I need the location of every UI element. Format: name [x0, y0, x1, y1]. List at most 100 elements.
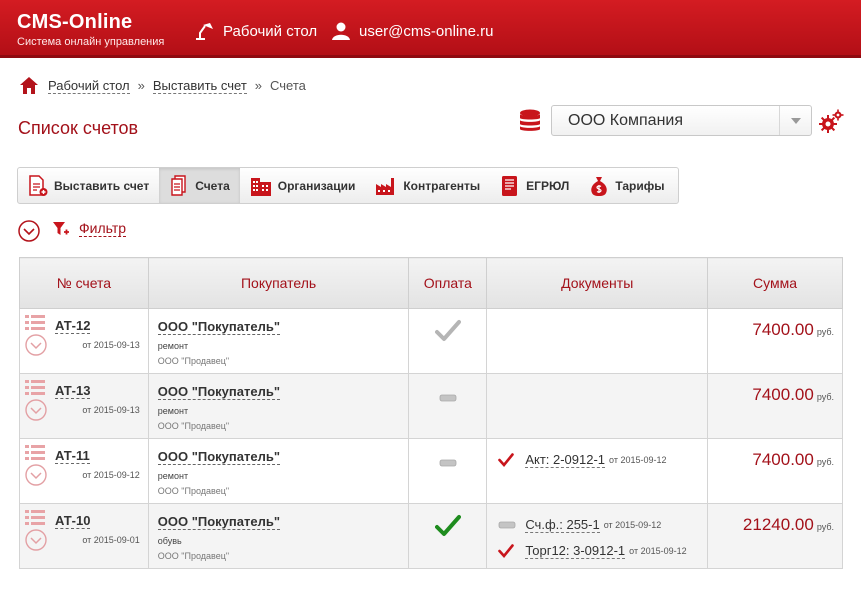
- invoice-note: обувь: [157, 536, 182, 546]
- table-row: АТ-11 от 2015-09-12 ООО "Покупатель" рем…: [19, 438, 843, 504]
- document-item: Сч.ф.: 255-1 от 2015-09-12: [498, 516, 707, 534]
- seller-name: ООО "Продавец": [157, 551, 230, 561]
- registry-book-icon: [502, 175, 518, 196]
- document-link[interactable]: Сч.ф.: 255-1: [525, 517, 600, 533]
- user-icon: [332, 22, 350, 40]
- breadcrumb-current: Счета: [270, 78, 306, 93]
- tab-invoices-label: Счета: [195, 178, 230, 193]
- top-bar: CMS-Online Система онлайн управления Раб…: [0, 0, 861, 58]
- cell-number: АТ-13 от 2015-09-13: [19, 373, 149, 439]
- brand[interactable]: CMS-Online Система онлайн управления: [17, 10, 164, 49]
- tab-counterparties[interactable]: Контрагенты: [365, 168, 490, 203]
- tab-issue-invoice[interactable]: Выставить счет: [18, 168, 159, 203]
- seller-name: ООО "Продавец": [157, 421, 230, 431]
- tab-egrul[interactable]: ЕГРЮЛ: [490, 168, 579, 203]
- paid-check-green-icon[interactable]: [434, 514, 461, 538]
- page-title: Список счетов: [18, 118, 139, 138]
- cell-number: АТ-12 от 2015-09-13: [19, 308, 149, 374]
- invoice-number[interactable]: АТ-10: [55, 514, 91, 529]
- document-link[interactable]: Акт: 2-0912-1: [525, 452, 606, 468]
- table-row: АТ-13 от 2015-09-13 ООО "Покупатель" рем…: [19, 373, 843, 439]
- buyer-name[interactable]: ООО "Покупатель": [157, 320, 281, 335]
- invoice-number[interactable]: АТ-13: [55, 384, 91, 399]
- user-email: user@cms-online.ru: [359, 22, 494, 40]
- expand-row-icon[interactable]: [25, 529, 47, 551]
- invoice-date: от 2015-09-12: [82, 470, 140, 480]
- table-row: АТ-12 от 2015-09-13 ООО "Покупатель" рем…: [19, 308, 843, 374]
- cell-buyer: ООО "Покупатель" обувь ООО "Продавец": [147, 503, 410, 569]
- desk-lamp-icon: [196, 23, 213, 40]
- database-icon: [520, 109, 540, 131]
- cell-documents: Акт: 2-0912-1 от 2015-09-12: [486, 438, 709, 504]
- document-link[interactable]: Торг12: 3-0912-1: [525, 543, 626, 559]
- seller-name: ООО "Продавец": [157, 356, 230, 366]
- column-header-documents[interactable]: Документы: [486, 257, 709, 309]
- currency-label: руб.: [816, 392, 834, 402]
- column-header-payment[interactable]: Оплата: [408, 257, 488, 309]
- cell-payment: [408, 373, 488, 439]
- tab-organizations[interactable]: Организации: [240, 168, 366, 203]
- unpaid-dash-icon[interactable]: [439, 459, 457, 467]
- cell-buyer: ООО "Покупатель" ремонт ООО "Продавец": [147, 438, 410, 504]
- document-item: Акт: 2-0912-1 от 2015-09-12: [498, 451, 707, 469]
- chevron-down-icon[interactable]: [779, 106, 811, 135]
- user-menu[interactable]: user@cms-online.ru: [331, 21, 493, 41]
- home-icon[interactable]: [19, 76, 39, 95]
- expand-filter-icon[interactable]: [18, 220, 40, 242]
- column-header-buyer[interactable]: Покупатель: [147, 257, 410, 309]
- unpaid-dash-icon[interactable]: [439, 394, 457, 402]
- documents-icon: [171, 174, 186, 196]
- list-menu-icon[interactable]: [25, 510, 45, 526]
- filter-link[interactable]: Фильтр: [52, 221, 127, 237]
- expand-row-icon[interactable]: [25, 399, 47, 421]
- invoice-sum: 21240.00: [742, 515, 814, 534]
- cell-sum: 7400.00 руб.: [707, 373, 843, 439]
- column-header-number[interactable]: № счета: [19, 257, 149, 309]
- company-select[interactable]: ООО Компания: [551, 105, 812, 136]
- app-title: CMS-Online: [17, 11, 133, 33]
- factory-icon: [376, 177, 395, 195]
- paid-check-grey-icon[interactable]: [434, 319, 461, 343]
- document-date: от 2015-09-12: [609, 455, 667, 465]
- check-icon: [498, 544, 515, 558]
- cell-number: АТ-10 от 2015-09-01: [19, 503, 149, 569]
- tab-organizations-label: Организации: [277, 178, 356, 193]
- dashboard-link[interactable]: Рабочий стол: [193, 21, 317, 41]
- table-header-row: № счета Покупатель Оплата Документы Сумм…: [19, 257, 843, 309]
- list-menu-icon[interactable]: [25, 380, 45, 396]
- settings-gear-icon[interactable]: [819, 109, 845, 133]
- breadcrumb: Рабочий стол » Выставить счет » Счета: [19, 76, 306, 95]
- tab-issue-invoice-label: Выставить счет: [54, 178, 150, 193]
- column-header-sum[interactable]: Сумма: [707, 257, 843, 309]
- dash-icon: [498, 521, 516, 529]
- tab-tariffs[interactable]: Тарифы: [579, 168, 674, 203]
- new-document-icon: [29, 174, 48, 196]
- tab-invoices[interactable]: Счета: [159, 168, 240, 203]
- document-date: от 2015-09-12: [603, 520, 662, 530]
- invoice-date: от 2015-09-01: [82, 535, 140, 545]
- list-menu-icon[interactable]: [25, 315, 45, 331]
- cell-number: АТ-11 от 2015-09-12: [19, 438, 149, 504]
- buyer-name[interactable]: ООО "Покупатель": [157, 450, 281, 465]
- expand-row-icon[interactable]: [25, 464, 47, 486]
- breadcrumb-separator: »: [137, 78, 145, 93]
- currency-label: руб.: [816, 457, 834, 467]
- currency-label: руб.: [816, 522, 834, 532]
- invoice-number[interactable]: АТ-12: [55, 319, 91, 334]
- list-menu-icon[interactable]: [25, 445, 45, 461]
- cell-buyer: ООО "Покупатель" ремонт ООО "Продавец": [147, 308, 410, 374]
- invoice-date: от 2015-09-13: [82, 405, 140, 415]
- buyer-name[interactable]: ООО "Покупатель": [157, 515, 281, 530]
- app-subtitle: Система онлайн управления: [17, 36, 165, 48]
- invoice-note: ремонт: [157, 406, 189, 416]
- breadcrumb-issue-invoice[interactable]: Выставить счет: [152, 78, 247, 94]
- cell-documents: [486, 373, 709, 439]
- breadcrumb-dashboard[interactable]: Рабочий стол: [48, 78, 130, 94]
- building-icon: [250, 177, 271, 196]
- invoice-sum: 7400.00: [752, 320, 814, 339]
- tab-counterparties-label: Контрагенты: [403, 178, 481, 193]
- invoice-number[interactable]: АТ-11: [55, 449, 90, 464]
- expand-row-icon[interactable]: [25, 334, 47, 356]
- buyer-name[interactable]: ООО "Покупатель": [157, 385, 281, 400]
- invoice-sum: 7400.00: [752, 450, 814, 469]
